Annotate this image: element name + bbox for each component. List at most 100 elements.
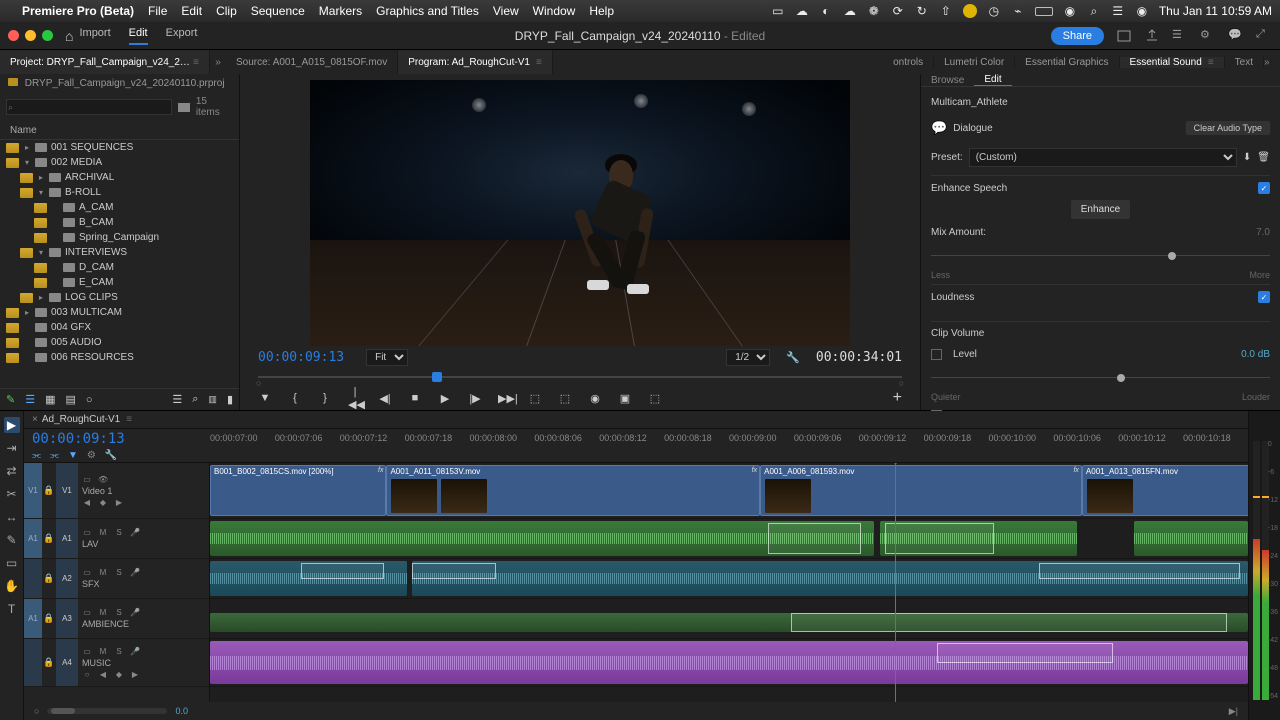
workspace-layout-icon[interactable]: ☰ [1172, 28, 1188, 44]
source-panel-tab[interactable]: Source: A001_A015_0815OF.mov [226, 50, 398, 74]
zoom-window-button[interactable] [42, 30, 53, 41]
selection-tool[interactable]: ▶ [4, 417, 20, 433]
program-panel-tab[interactable]: Program: Ad_RoughCut-V1 ≡ [398, 50, 553, 74]
a4-source-patch[interactable] [24, 639, 42, 686]
user-icon[interactable] [963, 4, 977, 18]
a1-target[interactable]: A1 [56, 519, 78, 558]
export-frame-icon[interactable]: ◉ [588, 392, 602, 405]
audio-clip[interactable] [880, 521, 1077, 556]
a4-lock-icon[interactable]: 🔒 [42, 657, 56, 668]
panel-menu-icon[interactable]: ≡ [536, 57, 542, 68]
audio-clip[interactable] [412, 561, 1248, 596]
column-name-header[interactable]: Name [0, 122, 239, 140]
lane-a1[interactable] [210, 519, 1248, 559]
razor-tool[interactable]: ✂ [4, 486, 20, 502]
bin-row[interactable]: E_CAM [0, 275, 239, 290]
menu-view[interactable]: View [493, 4, 519, 18]
mix-amount-value[interactable]: 7.0 [1256, 227, 1270, 238]
v1-keyframe-prev-icon[interactable]: ◀ [82, 498, 92, 507]
go-to-in-icon[interactable]: |◀◀ [348, 386, 362, 411]
new-bin-icon[interactable] [178, 103, 190, 112]
level-value[interactable]: 0.0 dB [1241, 349, 1270, 360]
zoom-out-icon[interactable]: ○ [34, 706, 39, 716]
type-tool[interactable]: T [4, 601, 20, 617]
timeline-ruler[interactable]: 00:00:07:0000:00:07:0600:00:07:1200:00:0… [210, 429, 1248, 462]
a1-fx-icon[interactable]: ▭ [82, 528, 92, 537]
project-bin-tree[interactable]: ▸001 SEQUENCES▾002 MEDIA▸ARCHIVAL▾B-ROLL… [0, 140, 239, 388]
preset-save-icon[interactable]: ⬇ [1243, 152, 1251, 163]
sequence-tab[interactable]: × Ad_RoughCut-V1 ≡ [24, 411, 1248, 429]
bin-row[interactable]: ▸003 MULTICAM [0, 305, 239, 320]
freeform-view-icon[interactable]: ▤ [66, 393, 76, 406]
menu-markers[interactable]: Markers [319, 4, 362, 18]
app-name[interactable]: Premiere Pro (Beta) [22, 4, 134, 18]
home-icon[interactable]: ⌂ [65, 28, 73, 44]
sort-icon[interactable]: ○ [86, 394, 93, 406]
comments-icon[interactable]: 💬 [1228, 28, 1244, 44]
timeline-wrench-icon[interactable]: 🔧 [105, 450, 117, 461]
essential-graphics-tab[interactable]: Essential Graphics [1015, 57, 1119, 68]
a1-source-patch[interactable]: A1 [24, 519, 42, 558]
v1-keyframe-add-icon[interactable]: ◆ [98, 498, 108, 507]
loudness-label[interactable]: Loudness [931, 292, 974, 303]
play-icon[interactable]: ▶ [438, 392, 452, 405]
a1-lock-icon[interactable]: 🔒 [42, 533, 56, 544]
lane-a2[interactable] [210, 559, 1248, 599]
bin-row[interactable]: ▾B-ROLL [0, 185, 239, 200]
mark-in-icon[interactable]: { [288, 392, 302, 404]
essential-sound-tab[interactable]: Essential Sound≡ [1120, 57, 1225, 68]
spotlight-icon[interactable]: ⌕ [1087, 4, 1101, 18]
es-edit-tab[interactable]: Edit [974, 74, 1011, 86]
close-window-button[interactable] [8, 30, 19, 41]
clock[interactable]: Thu Jan 11 10:59 AM [1159, 4, 1272, 18]
preset-delete-icon[interactable]: 🗑 [1257, 152, 1270, 163]
workspace-edit[interactable]: Edit [129, 27, 148, 45]
safe-margins-icon[interactable]: ⬚ [648, 392, 662, 405]
timeline-settings-icon[interactable]: ⚙ [87, 450, 96, 461]
bin-row[interactable]: 005 AUDIO [0, 335, 239, 350]
track-header-v1[interactable]: V1 🔒 V1 ▭👁 Video 1 ◀◆▶ [24, 463, 209, 519]
cc-app-icon[interactable]: ❁ [867, 4, 881, 18]
ripple-edit-tool[interactable]: ⇄ [4, 463, 20, 479]
step-forward-icon[interactable]: |▶ [468, 392, 482, 405]
menu-edit[interactable]: Edit [181, 4, 202, 18]
menu-graphics[interactable]: Graphics and Titles [376, 4, 479, 18]
horizontal-scroll-end-icon[interactable]: ▶| [1229, 706, 1238, 717]
menu-sequence[interactable]: Sequence [251, 4, 305, 18]
menu-file[interactable]: File [148, 4, 167, 18]
a2-source-patch[interactable] [24, 559, 42, 598]
go-to-out-icon[interactable]: ▶▶| [498, 392, 512, 405]
mark-out-icon[interactable]: } [318, 392, 332, 404]
cc-cloud-icon[interactable]: ☁ [843, 4, 857, 18]
menu-help[interactable]: Help [589, 4, 614, 18]
panel-overflow-icon[interactable]: » [1264, 57, 1280, 68]
track-header-a4[interactable]: 🔒 A4 ▭MS🎤MUSIC○◀◆▶ [24, 639, 209, 687]
enhance-button[interactable]: Enhance [1071, 200, 1130, 219]
trash-icon[interactable]: ▮ [227, 393, 233, 406]
lumetri-color-tab[interactable]: Lumetri Color [934, 57, 1015, 68]
stop-icon[interactable]: ■ [408, 392, 422, 404]
disclosure-caret-icon[interactable]: ▾ [37, 188, 45, 197]
bin-row[interactable]: ▾INTERVIEWS [0, 245, 239, 260]
bin-row[interactable]: Spring_Campaign [0, 230, 239, 245]
button-editor-icon[interactable]: + [893, 389, 902, 407]
gpu-icon[interactable]: ⚙ [1200, 28, 1216, 44]
program-tc-current[interactable]: 00:00:09:13 [258, 350, 344, 365]
siri-icon[interactable]: ◉ [1135, 4, 1149, 18]
pen-icon[interactable]: ✎ [6, 393, 15, 406]
timeline-lanes[interactable]: B001_B002_0815CS.mov [200%]fxA001_A011_0… [210, 463, 1248, 702]
lane-a4[interactable] [210, 639, 1248, 687]
menu-window[interactable]: Window [533, 4, 576, 18]
preset-select[interactable]: (Custom) [969, 148, 1237, 167]
minimize-window-button[interactable] [25, 30, 36, 41]
step-back-icon[interactable]: ◀| [378, 392, 392, 405]
track-header-a3[interactable]: A1 🔒 A3 ▭MS🎤AMBIENCE [24, 599, 209, 639]
es-browse-tab[interactable]: Browse [921, 74, 974, 86]
v1-keyframe-next-icon[interactable]: ▶ [114, 498, 124, 507]
comparison-view-icon[interactable]: ▣ [618, 392, 632, 405]
a2-target[interactable]: A2 [56, 559, 78, 598]
clear-audio-type-button[interactable]: Clear Audio Type [1186, 121, 1270, 135]
monitor-zoom-select[interactable]: 1/2 [726, 349, 770, 366]
refresh-icon[interactable]: ↻ [915, 4, 929, 18]
automate-icon[interactable]: ☰ [172, 393, 182, 406]
